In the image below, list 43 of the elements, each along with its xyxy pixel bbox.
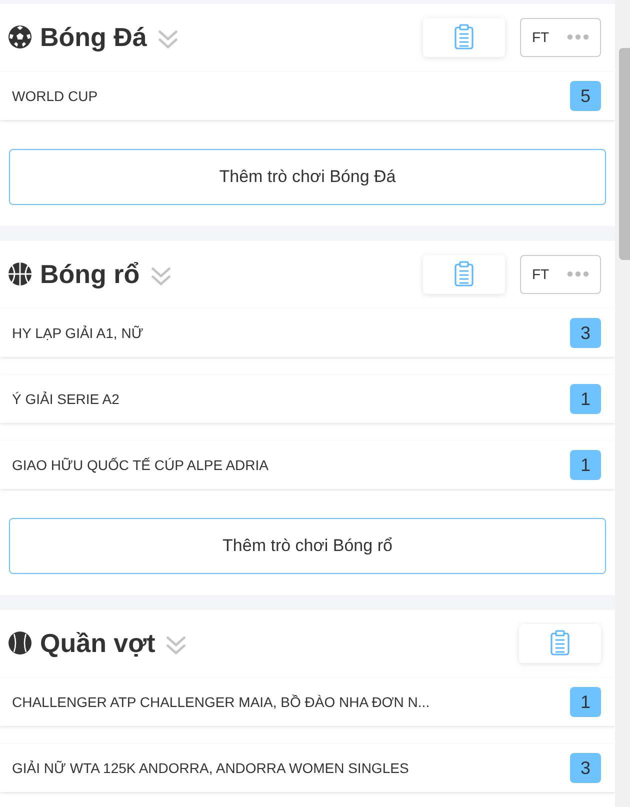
sport-title: Quần vợt: [40, 626, 156, 660]
more-icon: [567, 34, 589, 40]
more-icon: [567, 271, 589, 277]
league-row[interactable]: Ý GIẢI SERIE A2 1: [0, 375, 615, 423]
clipboard-button[interactable]: [423, 18, 505, 56]
double-chevron-icon[interactable]: [165, 635, 188, 655]
soccer-ball-icon: [8, 25, 32, 49]
league-name: GIẢI NỮ WTA 125K ANDORRA, ANDORRA WOMEN SINGLES: [12, 758, 410, 778]
league-row[interactable]: CHALLENGER ATP CHALLENGER MAIA, BỒ ĐÀO NHA ĐƠN N... 1: [0, 678, 615, 726]
ft-button[interactable]: FT: [520, 18, 601, 56]
scrollbar[interactable]: [615, 0, 630, 807]
clipboard-button[interactable]: [519, 624, 601, 662]
basketball-icon: [8, 262, 32, 286]
scrollbar-thumb[interactable]: [619, 48, 630, 260]
match-count: 5: [570, 81, 601, 111]
add-game-button[interactable]: Thêm trò chơi Bóng Đá: [9, 149, 606, 205]
match-count: 1: [570, 384, 601, 414]
match-count: 3: [570, 753, 601, 783]
clipboard-button[interactable]: [423, 254, 505, 294]
clipboard-icon: [454, 24, 474, 50]
match-count: 3: [570, 318, 601, 348]
clipboard-icon: [454, 261, 474, 287]
ft-button[interactable]: FT: [520, 254, 601, 294]
sport-title: Bóng rổ: [40, 258, 140, 290]
league-name: GIAO HỮU QUỐC TẾ CÚP ALPE ADRIA: [12, 456, 270, 475]
double-chevron-icon[interactable]: [156, 29, 179, 49]
league-row[interactable]: HY LẠP GIẢI A1, NỮ 3: [0, 309, 615, 357]
league-name: WORLD CUP: [12, 86, 99, 106]
league-name: CHALLENGER ATP CHALLENGER MAIA, BỒ ĐÀO NHA ĐƠN N...: [12, 692, 431, 712]
league-name: Ý GIẢI SERIE A2: [12, 390, 120, 408]
double-chevron-icon[interactable]: [150, 266, 172, 286]
add-game-button[interactable]: Thêm trò chơi Bóng rổ: [9, 518, 606, 574]
tennis-ball-icon: [8, 631, 32, 655]
league-row[interactable]: WORLD CUP 5: [0, 72, 615, 120]
clipboard-icon: [550, 630, 570, 656]
league-row[interactable]: GIẢI NỮ WTA 125K ANDORRA, ANDORRA WOMEN SINGLES 3: [0, 744, 615, 792]
ft-label: FT: [532, 264, 550, 284]
league-name: HY LẠP GIẢI A1, NỮ: [12, 324, 144, 342]
match-count: 1: [570, 450, 601, 480]
ft-label: FT: [532, 28, 550, 46]
match-count: 1: [570, 687, 601, 717]
league-row[interactable]: GIAO HỮU QUỐC TẾ CÚP ALPE ADRIA 1: [0, 441, 615, 489]
sport-title: Bóng Đá: [40, 20, 147, 54]
